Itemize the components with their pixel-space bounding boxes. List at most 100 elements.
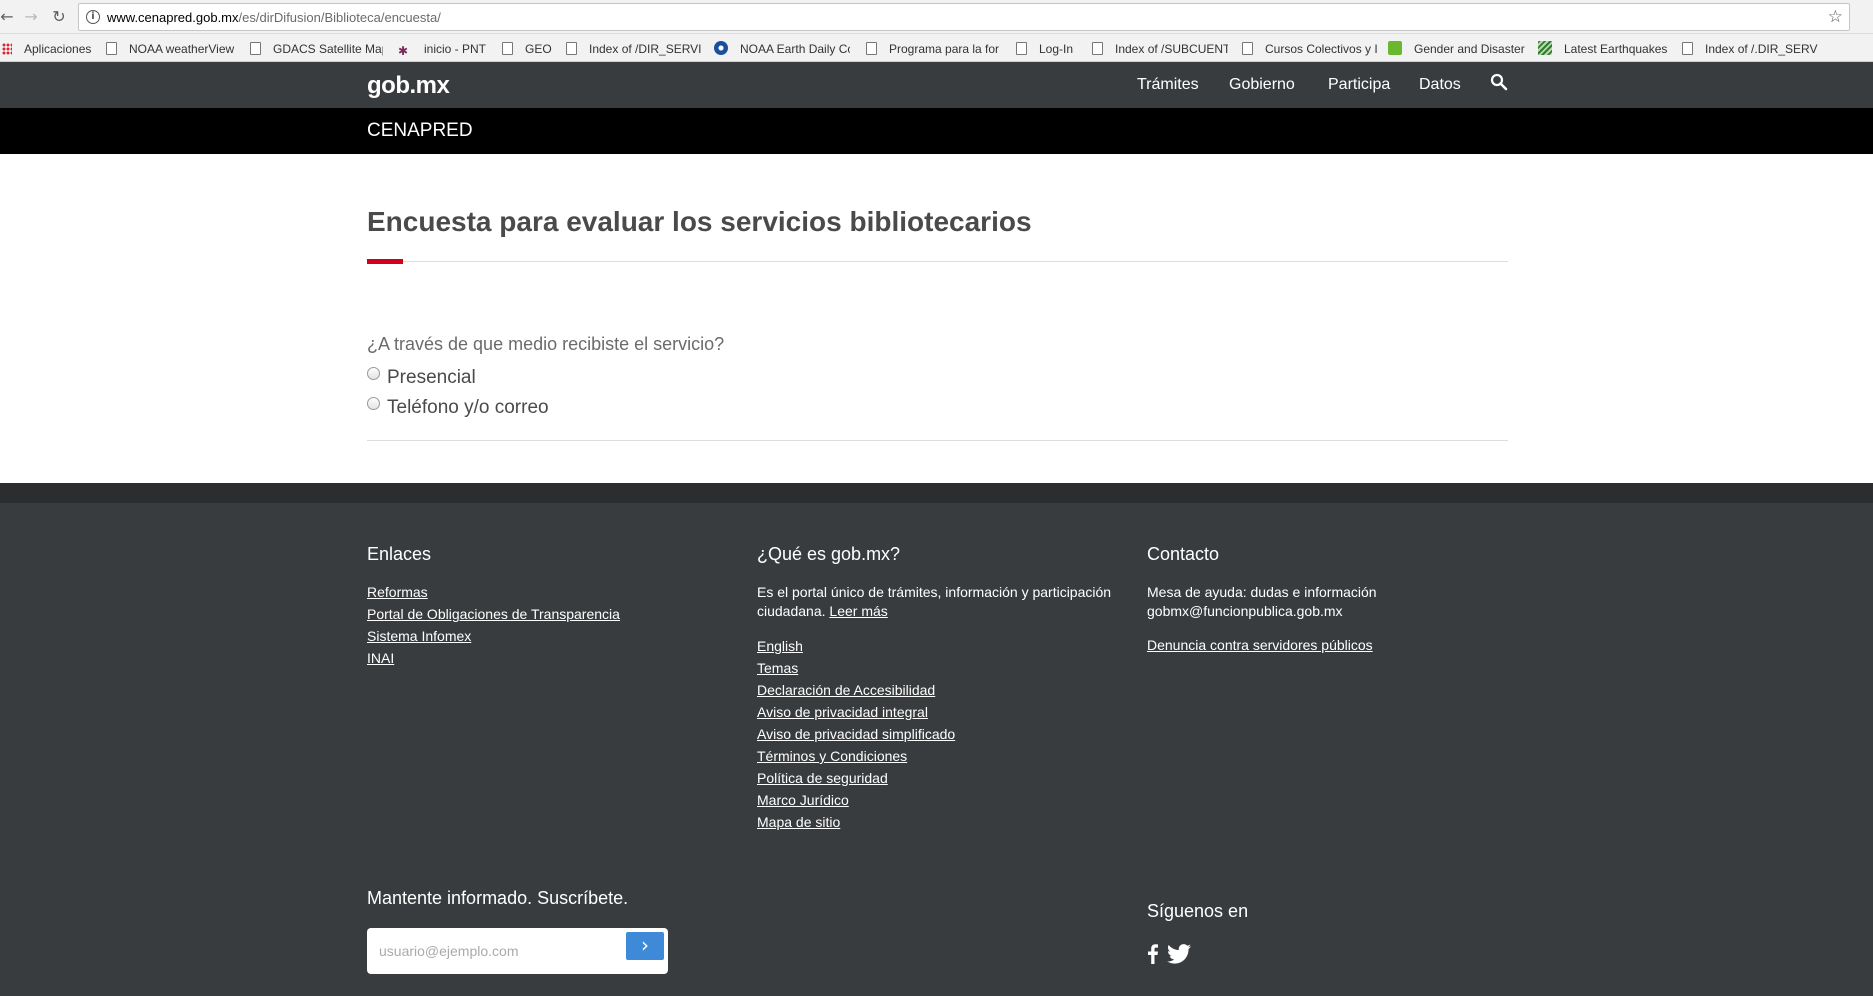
reload-icon[interactable]: ↻ — [48, 6, 70, 28]
title-divider — [367, 261, 1508, 262]
page-icon — [502, 42, 513, 55]
footer-heading-contacto: Contacto — [1147, 544, 1220, 564]
bookmark-index-dir-servi-2[interactable]: Index of /.DIR_SERVI — [1682, 41, 1818, 57]
gender-icon — [1388, 41, 1402, 55]
bookmark-noaa-weatherview[interactable]: NOAA weatherView — [106, 41, 234, 57]
chevron-right-icon: › — [641, 933, 649, 957]
footer-heading-que-es: ¿Qué es gob.mx? — [757, 544, 901, 564]
site-footer: Enlaces Reformas Portal de Obligaciones … — [0, 503, 1873, 996]
page-icon — [1092, 42, 1103, 55]
nav-tramites[interactable]: Trámites — [1137, 76, 1199, 94]
bookmark-pnt[interactable]: ✱ inicio - PNT — [398, 41, 487, 58]
pnt-icon: ✱ — [398, 44, 409, 58]
bookmark-label: NOAA weatherView — [129, 42, 235, 56]
footer-top-strip — [0, 483, 1873, 503]
footer-link-reformas[interactable]: Reformas — [367, 584, 428, 600]
nav-gobierno[interactable]: Gobierno — [1229, 76, 1295, 94]
url-text[interactable]: www.cenapred.gob.mx/es/dirDifusion/Bibli… — [107, 10, 441, 25]
bookmark-label: GDACS Satellite Map — [273, 42, 383, 56]
bookmark-gender-disaster[interactable]: Gender and Disaster — [1388, 41, 1527, 57]
bookmark-label: Aplicaciones — [24, 42, 92, 56]
footer-link-inai[interactable]: INAI — [367, 650, 394, 666]
earthquake-icon — [1538, 41, 1552, 55]
twitter-icon[interactable] — [1167, 944, 1191, 964]
footer-link-infomex[interactable]: Sistema Infomex — [367, 628, 471, 644]
option-label: Teléfono y/o correo — [387, 397, 549, 418]
bookmark-label: inicio - PNT — [424, 42, 487, 56]
contact-help-text: Mesa de ayuda: dudas e información — [1147, 584, 1377, 600]
option-label: Presencial — [387, 367, 476, 388]
subscribe-submit-button[interactable]: › — [626, 932, 664, 960]
bookmark-geo[interactable]: GEO — [502, 41, 552, 57]
bookmark-label: Programa para la for — [889, 42, 1000, 56]
page-icon — [250, 42, 261, 55]
bookmark-aplicaciones[interactable]: Aplicaciones — [2, 41, 91, 57]
subscribe-form: › — [367, 928, 668, 974]
bookmark-label: Latest Earthquakes — [1564, 42, 1668, 56]
section-title[interactable]: CENAPRED — [367, 120, 473, 142]
bookmarks-bar: Aplicaciones NOAA weatherView GDACS Sate… — [0, 34, 1873, 62]
page-icon — [106, 42, 117, 55]
description-text: Es el portal único de trámites, informac… — [757, 584, 1112, 619]
footer-link-transparencia[interactable]: Portal de Obligaciones de Transparencia — [367, 606, 620, 622]
form-divider — [367, 440, 1508, 441]
page-icon — [1682, 42, 1693, 55]
noaa-icon — [714, 41, 728, 55]
facebook-icon[interactable] — [1148, 944, 1158, 964]
site-header: gob.mx Trámites Gobierno Participa Datos — [0, 62, 1873, 108]
search-icon[interactable] — [1490, 73, 1508, 91]
footer-link-temas[interactable]: Temas — [757, 660, 798, 676]
option-telefono-correo[interactable]: Teléfono y/o correo — [367, 397, 549, 419]
info-icon[interactable]: i — [86, 10, 100, 24]
survey-content: Encuesta para evaluar los servicios bibl… — [0, 154, 1873, 483]
bookmark-cursos-colectivos[interactable]: Cursos Colectivos y I — [1242, 41, 1378, 57]
bookmark-star-icon[interactable]: ☆ — [1828, 7, 1843, 27]
footer-link-terminos[interactable]: Términos y Condiciones — [757, 748, 907, 764]
footer-link-accesibilidad[interactable]: Declaración de Accesibilidad — [757, 682, 935, 698]
page-icon — [1016, 42, 1027, 55]
back-arrow-icon[interactable]: ← — [0, 6, 18, 28]
bookmark-gdacs[interactable]: GDACS Satellite Map — [250, 41, 383, 57]
social-heading: Síguenos en — [1147, 901, 1249, 921]
footer-description: Es el portal único de trámites, informac… — [757, 583, 1137, 621]
leer-mas-link[interactable]: Leer más — [829, 603, 887, 619]
nav-participa[interactable]: Participa — [1328, 76, 1390, 94]
footer-link-seguridad[interactable]: Política de seguridad — [757, 770, 888, 786]
contact-email: gobmx@funcionpublica.gob.mx — [1147, 603, 1343, 619]
url-host: www.cenapred.gob.mx — [107, 10, 239, 25]
footer-link-mapa-sitio[interactable]: Mapa de sitio — [757, 814, 840, 830]
page-icon — [866, 42, 877, 55]
forward-arrow-icon[interactable]: → — [20, 6, 42, 28]
footer-link-privacidad-simplificado[interactable]: Aviso de privacidad simplificado — [757, 726, 955, 742]
radio-button[interactable] — [367, 397, 380, 410]
address-bar[interactable]: i www.cenapred.gob.mx/es/dirDifusion/Bib… — [78, 3, 1850, 31]
bookmark-label: Index of /SUBCUENT — [1115, 42, 1228, 56]
bookmark-programa[interactable]: Programa para la for — [866, 41, 1002, 57]
bookmark-login[interactable]: Log-In — [1016, 41, 1073, 57]
bookmark-index-dir-servi[interactable]: Index of /DIR_SERVI — [566, 41, 701, 57]
bookmark-label: Index of /.DIR_SERVI — [1705, 42, 1818, 56]
browser-toolbar: ← → ↻ i www.cenapred.gob.mx/es/dirDifusi… — [0, 0, 1873, 34]
section-bar: CENAPRED — [0, 108, 1873, 154]
subscribe-email-input[interactable] — [379, 941, 609, 961]
nav-datos[interactable]: Datos — [1419, 76, 1461, 94]
footer-link-english[interactable]: English — [757, 638, 803, 654]
url-path: /es/dirDifusion/Biblioteca/encuesta/ — [238, 10, 441, 25]
option-presencial[interactable]: Presencial — [367, 367, 476, 389]
apps-icon — [2, 43, 12, 55]
footer-link-privacidad-integral[interactable]: Aviso de privacidad integral — [757, 704, 928, 720]
bookmark-index-subcuent[interactable]: Index of /SUBCUENT — [1092, 41, 1228, 57]
bookmark-noaa-earth-daily[interactable]: NOAA Earth Daily Co — [714, 41, 850, 57]
radio-button[interactable] — [367, 367, 380, 380]
page-icon — [1242, 42, 1253, 55]
bookmark-label: Cursos Colectivos y I — [1265, 42, 1378, 56]
bookmark-label: Index of /DIR_SERVI — [589, 42, 701, 56]
bookmark-latest-earthquakes[interactable]: Latest Earthquakes — [1538, 41, 1667, 57]
bookmark-label: Gender and Disaster — [1414, 42, 1525, 56]
gobmx-logo[interactable]: gob.mx — [367, 72, 450, 100]
title-accent-bar — [367, 259, 403, 264]
footer-link-denuncia[interactable]: Denuncia contra servidores públicos — [1147, 637, 1373, 653]
page-title: Encuesta para evaluar los servicios bibl… — [367, 206, 1032, 237]
footer-link-marco-juridico[interactable]: Marco Jurídico — [757, 792, 849, 808]
bookmark-label: NOAA Earth Daily Co — [740, 42, 850, 56]
